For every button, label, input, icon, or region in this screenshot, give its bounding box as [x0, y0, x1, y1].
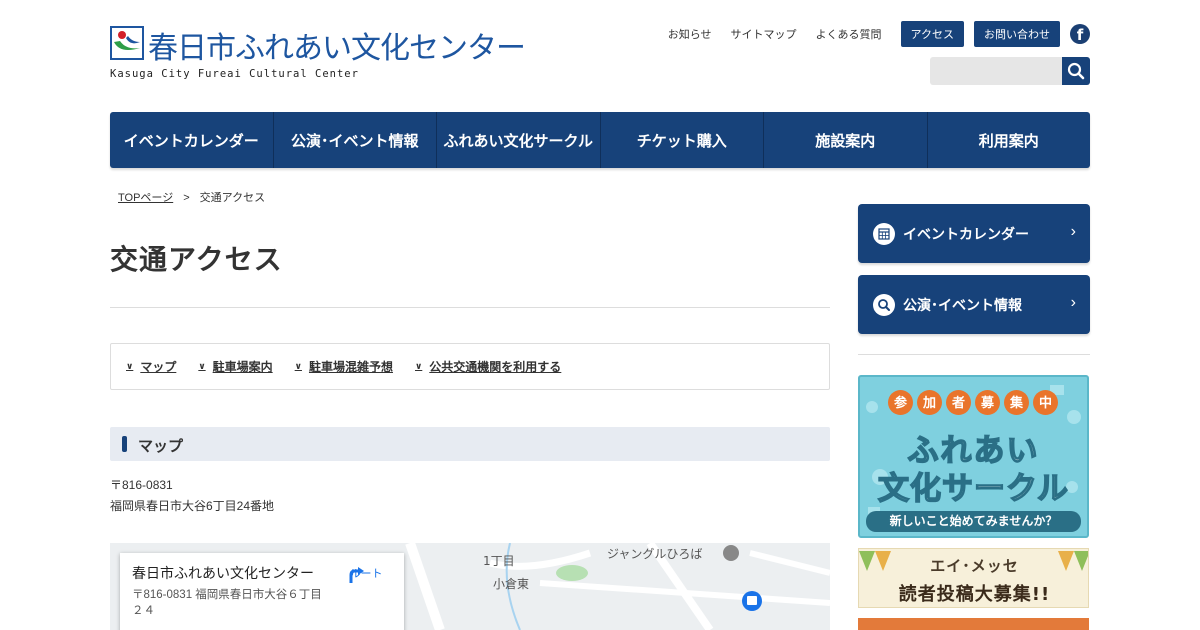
anchor-parking-forecast[interactable]: ∨ 駐車場混雑予想 — [295, 358, 393, 375]
nav-usage-guide[interactable]: 利用案内 — [928, 112, 1091, 168]
banner-footer: 新しいこと始めてみませんか？ — [866, 511, 1081, 532]
address: 福岡県春日市大谷6丁目24番地 — [110, 499, 275, 513]
contact-button[interactable]: お問い合わせ — [974, 21, 1060, 47]
chevron-down-icon: ∨ — [414, 361, 423, 371]
anchor-map-label: マップ — [140, 360, 177, 374]
banner2-line1: エイ･メッセ — [930, 557, 1019, 575]
access-button[interactable]: アクセス — [900, 21, 964, 47]
nav-event-calendar[interactable]: イベントカレンダー — [110, 112, 274, 168]
nav-performance-info[interactable]: 公演･イベント情報 — [274, 112, 437, 168]
banner2-line2: 読者投稿大募集!! — [898, 584, 1051, 605]
anchor-parking-forecast-label: 駐車場混雑予想 — [308, 360, 393, 374]
badge-char: 集 — [1004, 390, 1029, 415]
anchor-links: ∨ マップ ∨ 駐車場案内 ∨ 駐車場混雑予想 ∨ 公共交通機関を利用する — [110, 343, 830, 390]
util-link-faq[interactable]: よくある質問 — [816, 26, 882, 42]
badge-char: 参 — [888, 390, 913, 415]
map-place-name[interactable]: 春日市ふれあい文化センター — [132, 563, 314, 583]
chevron-down-icon: ∨ — [198, 361, 206, 371]
page-title: 交通アクセス — [110, 244, 283, 275]
anchor-public-transport[interactable]: ∨ 公共交通機関を利用する — [415, 358, 561, 375]
anchor-public-transport-label: 公共交通機関を利用する — [429, 360, 562, 374]
facebook-icon[interactable]: f — [1070, 24, 1090, 44]
sidebar-event-calendar-button[interactable]: イベントカレンダー › — [858, 204, 1090, 263]
utility-nav: お知らせ サイトマップ よくある質問 アクセス お問い合わせ — [668, 21, 1060, 47]
anchor-parking-label: 駐車場案内 — [212, 360, 273, 374]
section-heading-text: マップ — [138, 438, 184, 455]
sidebar-button-label: イベントカレンダー — [903, 226, 1029, 242]
site-logo[interactable]: 春日市ふれあい文化センター Kasuga City Fureai Cultura… — [110, 26, 526, 82]
breadcrumb-separator: > — [183, 192, 190, 204]
sidebar-performance-info-button[interactable]: 公演･イベント情報 › — [858, 275, 1090, 334]
culture-circle-banner[interactable]: 参 加 者 募 集 中 ふれあい 文化サークル 新しいこと始めてみませんか？ — [858, 375, 1089, 538]
util-link-sitemap[interactable]: サイトマップ — [731, 26, 797, 42]
postal-code: 〒816-0831 — [110, 478, 173, 492]
search-box — [930, 57, 1090, 85]
anchor-map[interactable]: ∨ マップ — [126, 358, 176, 375]
sidebar-divider — [858, 354, 1090, 355]
map-route-button[interactable]: ルート — [346, 565, 386, 583]
magnifier-icon — [873, 294, 895, 316]
chevron-down-icon: ∨ — [294, 361, 302, 371]
third-banner[interactable] — [858, 618, 1089, 630]
map-info-card: 春日市ふれあい文化センター 〒816-0831 福岡県春日市大谷６丁目２４ ルー… — [120, 553, 404, 630]
map-label: 1丁目 — [483, 554, 515, 568]
nav-facility[interactable]: 施設案内 — [764, 112, 928, 168]
directions-icon — [349, 567, 364, 583]
search-icon — [1067, 62, 1085, 80]
badge-char: 中 — [1033, 390, 1058, 415]
nav-culture-circle[interactable]: ふれあい文化サークル — [437, 112, 601, 168]
map-label: 小倉東 — [493, 577, 530, 591]
breadcrumb-current: 交通アクセス — [199, 192, 266, 204]
chevron-right-icon: › — [1070, 223, 1076, 240]
breadcrumb-home[interactable]: TOPページ — [118, 192, 173, 204]
util-link-news[interactable]: お知らせ — [668, 26, 712, 42]
heading-marker — [122, 436, 127, 452]
logo-mark-icon — [110, 26, 144, 60]
anchor-parking[interactable]: ∨ 駐車場案内 — [198, 358, 272, 375]
badge-char: 者 — [946, 390, 971, 415]
search-button[interactable] — [1062, 57, 1090, 85]
recruiting-badge: 参 加 者 募 集 中 — [888, 390, 1062, 415]
search-input[interactable] — [930, 57, 1062, 85]
nav-ticket[interactable]: チケット購入 — [601, 112, 764, 168]
section-heading-map: マップ — [110, 427, 830, 461]
logo-title: 春日市ふれあい文化センター — [148, 31, 526, 66]
a-messe-banner[interactable]: エイ･メッセ 読者投稿大募集!! — [858, 548, 1089, 608]
sidebar-button-label: 公演･イベント情報 — [903, 297, 1022, 313]
google-map[interactable]: 1丁目 小倉東 ジャングルひろば 春日市ふれあい文化センター 〒816-0831… — [110, 543, 830, 630]
breadcrumb: TOPページ > 交通アクセス — [118, 189, 265, 205]
calendar-icon — [873, 223, 895, 245]
map-label: ジャングルひろば — [607, 547, 703, 561]
badge-char: 募 — [975, 390, 1000, 415]
chevron-down-icon: ∨ — [126, 361, 134, 371]
badge-char: 加 — [917, 390, 942, 415]
banner-title-line2: 文化サークル — [877, 470, 1070, 508]
title-divider — [110, 307, 830, 308]
global-nav: イベントカレンダー 公演･イベント情報 ふれあい文化サークル チケット購入 施設… — [110, 112, 1090, 168]
logo-subtitle: Kasuga City Fureai Cultural Center — [110, 68, 359, 80]
map-place-address: 〒816-0831 福岡県春日市大谷６丁目２４ — [132, 589, 322, 617]
chevron-right-icon: › — [1070, 294, 1076, 311]
